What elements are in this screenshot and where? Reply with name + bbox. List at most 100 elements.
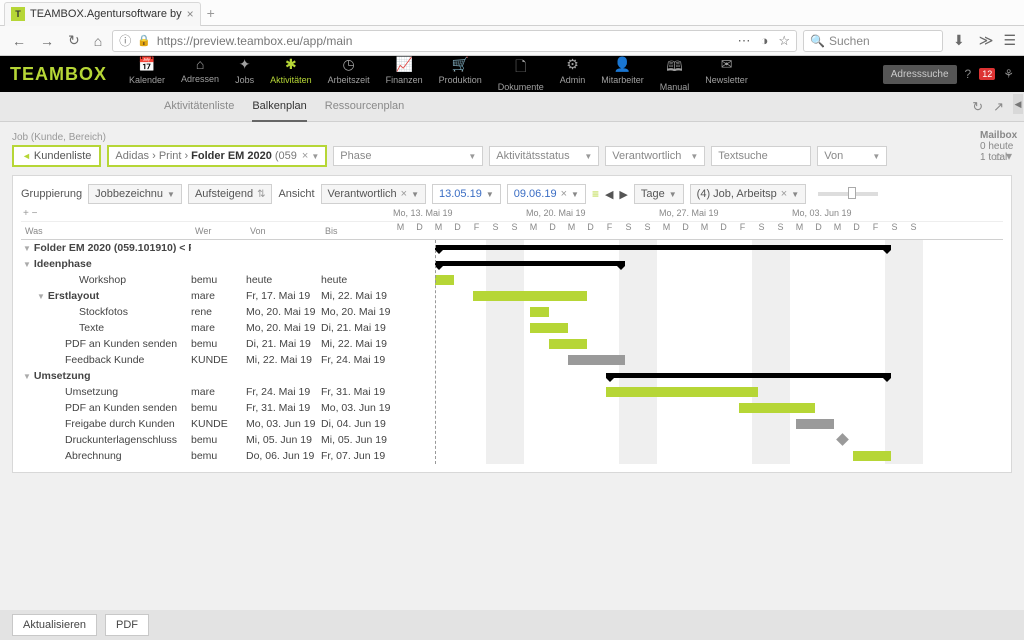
view-select[interactable]: Verantwortlich×▼ — [321, 184, 426, 204]
menu-icon[interactable]: ☰ — [1003, 32, 1016, 49]
browser-nav-bar: ← → ↻ ⌂ ⓘ 🔒 https://preview.teambox.eu/a… — [0, 26, 1024, 56]
gantt-bar[interactable] — [739, 403, 815, 413]
nav-left-icon[interactable]: ◀ — [605, 188, 613, 201]
forward-button[interactable]: → — [36, 31, 58, 51]
url-bar[interactable]: ⓘ 🔒 https://preview.teambox.eu/app/main … — [112, 30, 797, 52]
nav-mitarbeiter[interactable]: 👤Mitarbeiter — [593, 54, 652, 94]
home-button[interactable]: ⌂ — [90, 31, 106, 51]
gantt-row[interactable]: TextemareMo, 20. Mai 19Di, 21. Mai 19 — [21, 320, 1003, 336]
columns-select[interactable]: (4) Job, Arbeitsp×▼ — [690, 184, 806, 204]
tracking-icon[interactable]: ◑ — [761, 33, 769, 48]
collapse-sidebar-icon[interactable]: ◀ — [1013, 94, 1023, 114]
kundenliste-button[interactable]: Kundenliste — [12, 145, 101, 167]
gantt-row[interactable]: ▼Folder EM 2020 (059.101910) < Print < A… — [21, 240, 1003, 256]
gantt-row[interactable]: PDF an Kunden sendenbemuFr, 31. Mai 19Mo… — [21, 400, 1003, 416]
nav-jobs[interactable]: ✦Jobs — [227, 54, 262, 94]
gantt-bar[interactable] — [853, 451, 891, 461]
back-button[interactable]: ← — [8, 31, 30, 51]
gantt-row[interactable]: AbrechnungbemuDo, 06. Jun 19Fr, 07. Jun … — [21, 448, 1003, 464]
reload-button[interactable]: ↻ — [64, 30, 84, 51]
footer-bar: Aktualisieren PDF — [0, 610, 1024, 640]
nav-produktion[interactable]: 🛒Produktion — [431, 54, 490, 94]
home-icon[interactable]: ⌂ — [995, 149, 1002, 163]
gantt-row[interactable]: ▼Ideenphase — [21, 256, 1003, 272]
von-filter[interactable]: Von▼ — [817, 146, 887, 166]
gantt-row[interactable]: ▼Umsetzung — [21, 368, 1003, 384]
search-icon: 🔍 — [810, 34, 825, 48]
gantt-bar[interactable] — [568, 355, 625, 365]
gantt-row[interactable]: DruckunterlagenschlussbemuMi, 05. Jun 19… — [21, 432, 1003, 448]
bookmark-icon[interactable]: ☆ — [778, 33, 790, 49]
browser-tab[interactable]: T TEAMBOX.Agentursoftware by × — [4, 2, 201, 26]
gantt-bar[interactable] — [435, 245, 891, 250]
gantt-row[interactable]: Feedback KundeKUNDEMi, 22. Mai 19Fr, 24.… — [21, 352, 1003, 368]
gantt-bar[interactable] — [549, 339, 587, 349]
help-icon[interactable]: ? — [965, 67, 972, 81]
tab-ressourcenplan[interactable]: Ressourcenplan — [325, 92, 405, 122]
expand-all[interactable]: + − — [21, 208, 37, 221]
gantt-bar[interactable] — [606, 373, 891, 378]
status-filter[interactable]: Aktivitätsstatus▼ — [489, 146, 599, 166]
gantt-bar[interactable] — [796, 419, 834, 429]
new-tab-button[interactable]: + — [207, 5, 215, 21]
gantt-bar[interactable] — [606, 387, 758, 397]
gantt-row[interactable]: StockfotosreneMo, 20. Mai 19Mo, 20. Mai … — [21, 304, 1003, 320]
nav-right-icon[interactable]: ▶ — [619, 188, 627, 201]
browser-tab-bar: T TEAMBOX.Agentursoftware by × + — [0, 0, 1024, 26]
pager-prev-icon[interactable]: ▾ — [1006, 149, 1012, 163]
overflow-icon[interactable]: ≫ — [975, 30, 998, 51]
gantt-bar[interactable] — [530, 323, 568, 333]
gantt-controls: Gruppierung Jobbezeichnu▼ Aufsteigend⇅ A… — [21, 184, 1003, 204]
nav-adressen[interactable]: ⌂Adressen — [173, 54, 227, 94]
browser-search[interactable]: 🔍 Suchen — [803, 30, 943, 52]
textsuche-input[interactable]: Textsuche — [711, 146, 811, 166]
gantt-row[interactable]: ▼ErstlayoutmareFr, 17. Mai 19Mi, 22. Mai… — [21, 288, 1003, 304]
gantt-bar[interactable] — [473, 291, 587, 301]
aktualisieren-button[interactable]: Aktualisieren — [12, 614, 97, 636]
nav-admin[interactable]: ⚙Admin — [552, 54, 594, 94]
phase-filter[interactable]: Phase▼ — [333, 146, 483, 166]
external-icon[interactable]: ↗ — [993, 99, 1004, 115]
nav-dokumente[interactable]: 🗋Dokumente — [490, 54, 552, 94]
notification-badge[interactable]: 12 — [979, 68, 995, 80]
more-icon[interactable]: ⋯ — [738, 33, 751, 49]
sub-nav: Aktivitätenliste Balkenplan Ressourcenplan… — [0, 92, 1024, 122]
chevron-down-icon[interactable]: ▼ — [311, 152, 319, 161]
sort-select[interactable]: Aufsteigend⇅ — [188, 184, 273, 204]
favicon: T — [11, 7, 25, 21]
gantt-row[interactable]: Workshopbemuheuteheute — [21, 272, 1003, 288]
gantt-row[interactable]: PDF an Kunden sendenbemuDi, 21. Mai 19Mi… — [21, 336, 1003, 352]
date-to[interactable]: 09.06.19×▼ — [507, 184, 586, 204]
gantt-row[interactable]: UmsetzungmareFr, 24. Mai 19Fr, 31. Mai 1… — [21, 384, 1003, 400]
verantwortlich-filter[interactable]: Verantwortlich▼ — [605, 146, 705, 166]
gantt-row[interactable]: Freigabe durch KundenKUNDEMo, 03. Jun 19… — [21, 416, 1003, 432]
nav-finanzen[interactable]: 📈Finanzen — [378, 54, 431, 94]
gantt-bar[interactable] — [435, 261, 625, 266]
today-marker — [435, 240, 436, 464]
date-from[interactable]: 13.05.19▼ — [432, 184, 501, 204]
address-search-button[interactable]: Adresssuche — [883, 65, 957, 84]
clear-icon[interactable]: × — [302, 150, 308, 162]
close-icon[interactable]: × — [187, 7, 194, 21]
nav-arbeitszeit[interactable]: ◷Arbeitszeit — [320, 54, 378, 94]
nav-kalender[interactable]: 📅Kalender — [121, 54, 173, 94]
pdf-button[interactable]: PDF — [105, 614, 149, 636]
download-icon[interactable]: ⬇ — [949, 30, 969, 51]
gantt-bar[interactable] — [435, 275, 454, 285]
list-view-icon[interactable]: ≡ — [592, 187, 599, 201]
lock-icon: 🔒 — [137, 34, 151, 47]
logo[interactable]: TEAMBOX — [10, 64, 107, 85]
info-icon: ⓘ — [119, 32, 131, 49]
nav-newsletter[interactable]: ✉Newsletter — [697, 54, 756, 94]
zoom-slider[interactable] — [818, 192, 878, 196]
grouping-select[interactable]: Jobbezeichnu▼ — [88, 184, 182, 204]
breadcrumb-job[interactable]: Adidas › Print › Folder EM 2020 (059 × ▼ — [107, 145, 327, 167]
refresh-icon[interactable]: ↻ — [972, 99, 983, 115]
gantt-bar[interactable] — [530, 307, 549, 317]
nav-aktivitäten[interactable]: ✱Aktivitäten — [262, 54, 320, 94]
scale-select[interactable]: Tage▼ — [634, 184, 684, 204]
nav-manual[interactable]: 🕮Manual — [652, 54, 698, 94]
tab-balkenplan[interactable]: Balkenplan — [252, 92, 306, 122]
link-icon[interactable]: ⚘ — [1003, 67, 1014, 81]
tab-aktivitätenliste[interactable]: Aktivitätenliste — [164, 92, 234, 122]
